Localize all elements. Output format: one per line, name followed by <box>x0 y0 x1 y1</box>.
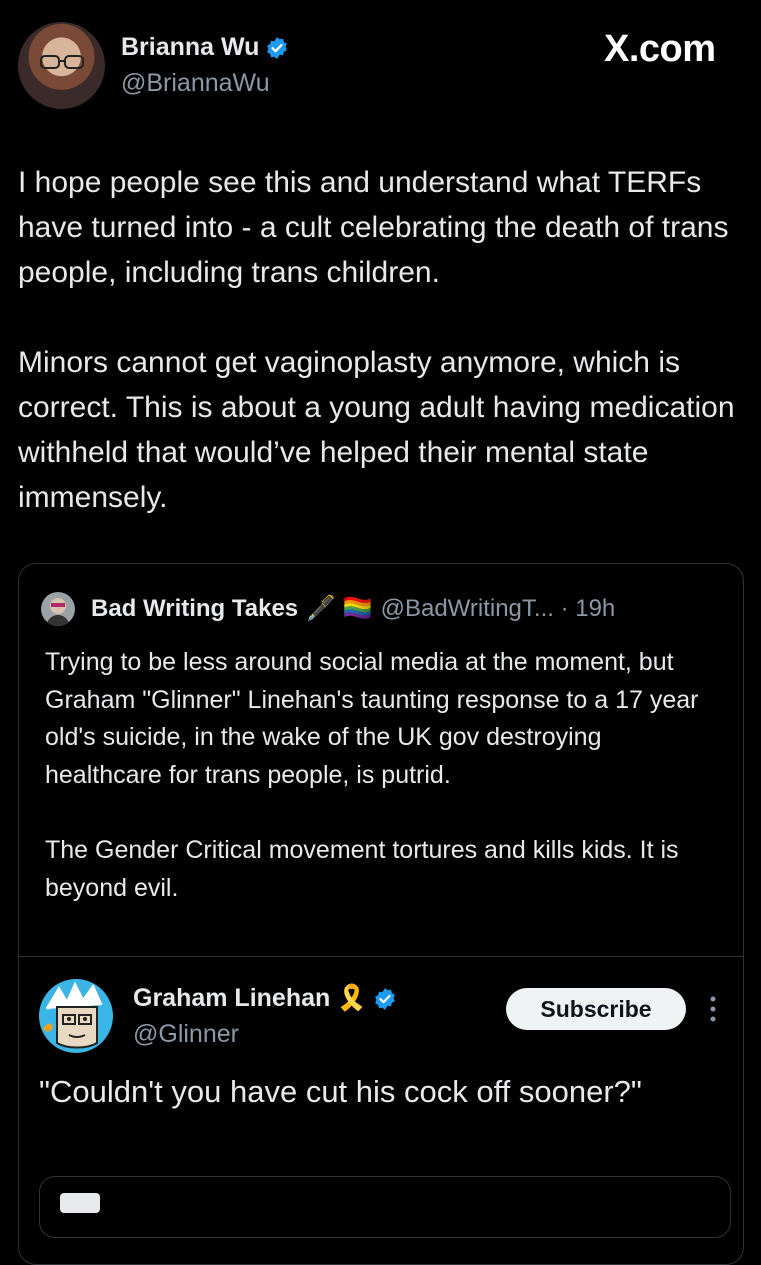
verified-badge-icon <box>267 36 288 59</box>
quoted-tweet-paragraph: The Gender Critical movement tortures an… <box>45 836 679 902</box>
quoted-divider <box>19 956 743 957</box>
embedded-post-paragraph: "Couldn't you have cut his cock off soon… <box>39 1074 642 1109</box>
tweet-text: I hope people see this and understand wh… <box>18 160 743 520</box>
tweet-paragraph: I hope people see this and understand wh… <box>18 166 729 289</box>
author-name[interactable]: Brianna Wu <box>121 33 289 62</box>
nested-card-avatar <box>60 1193 100 1213</box>
subscribe-button[interactable]: Subscribe <box>506 988 686 1030</box>
author-handle[interactable]: @BriannaWu <box>121 69 270 98</box>
quoted-tweet-text: Trying to be less around social media at… <box>45 644 725 907</box>
quoted-author-handle-time[interactable]: @BadWritingT... · 19h <box>381 595 616 623</box>
x-logo: X.com <box>604 28 716 70</box>
embedded-author-name[interactable]: Graham Linehan 🎗️ <box>133 984 397 1013</box>
embedded-author-name-text[interactable]: Graham Linehan <box>133 984 330 1013</box>
more-options-icon[interactable] <box>709 994 717 1024</box>
embedded-post-text: "Couldn't you have cut his cock off soon… <box>39 1069 719 1114</box>
quoted-tweet-card[interactable]: Bad Writing Takes 🖋️ 🏳️‍🌈 @BadWritingT..… <box>18 563 744 1265</box>
verified-badge-icon <box>375 987 396 1010</box>
quoted-tweet-paragraph: Trying to be less around social media at… <box>45 648 699 789</box>
tweet-paragraph: Minors cannot get vaginoplasty anymore, … <box>18 346 735 514</box>
quoted-author-avatar[interactable] <box>41 592 75 626</box>
cartoon-face-icon <box>43 981 103 1049</box>
embedded-author-avatar[interactable] <box>39 979 113 1053</box>
author-avatar[interactable] <box>18 22 105 109</box>
embedded-author-handle[interactable]: @Glinner <box>133 1020 239 1049</box>
ribbon-emoji: 🎗️ <box>336 984 368 1012</box>
bard-portrait-icon <box>46 598 70 626</box>
quoted-tweet-header: Bad Writing Takes 🖋️ 🏳️‍🌈 @BadWritingT..… <box>91 594 615 623</box>
nested-quote-card[interactable] <box>39 1176 731 1238</box>
quoted-author-name[interactable]: Bad Writing Takes <box>91 595 298 623</box>
glasses-icon <box>40 55 84 69</box>
author-name-text[interactable]: Brianna Wu <box>121 33 259 62</box>
quoted-author-emojis: 🖋️ 🏳️‍🌈 <box>306 595 373 622</box>
